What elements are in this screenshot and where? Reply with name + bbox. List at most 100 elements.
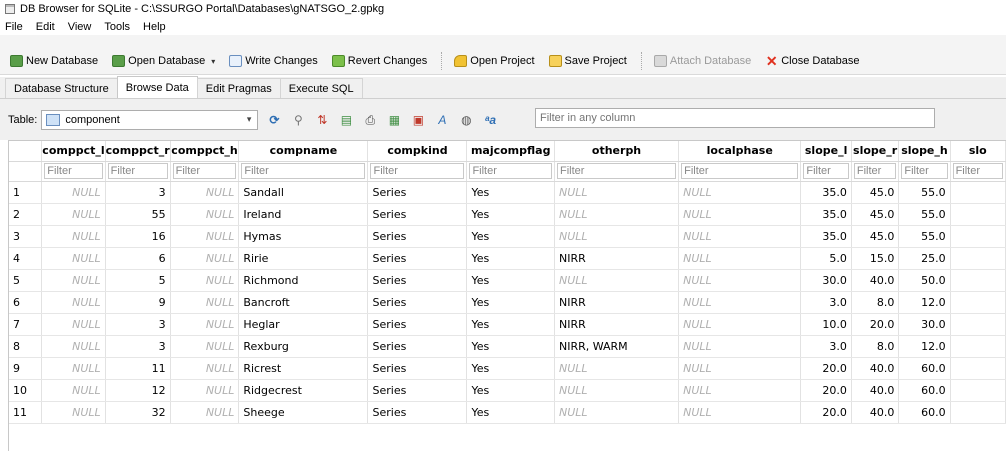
- row-number[interactable]: 7: [9, 313, 43, 336]
- table-cell[interactable]: NULL: [41, 269, 106, 292]
- table-row[interactable]: 5 NULL 5 NULL Richmond Series Yes NULL NULL 30.0 4…: [9, 269, 1006, 292]
- column-filter-input[interactable]: Filter: [952, 163, 1003, 179]
- table-cell[interactable]: Yes: [466, 203, 555, 226]
- row-number[interactable]: 2: [9, 203, 43, 226]
- table-cell[interactable]: Yes: [466, 335, 555, 358]
- table-select[interactable]: component ▾: [41, 109, 259, 130]
- column-filter-input[interactable]: Filter: [107, 163, 168, 179]
- table-cell[interactable]: NULL: [170, 225, 240, 248]
- delete-record-icon[interactable]: ▣: [410, 112, 426, 128]
- table-cell[interactable]: NULL: [554, 181, 680, 204]
- table-cell[interactable]: NIRR: [554, 313, 680, 336]
- table-cell[interactable]: NULL: [678, 379, 802, 402]
- table-cell[interactable]: Yes: [466, 269, 555, 292]
- table-cell[interactable]: Ireland: [238, 203, 369, 226]
- table-cell[interactable]: [950, 181, 1006, 204]
- table-cell[interactable]: [950, 291, 1006, 314]
- row-number[interactable]: 9: [9, 357, 43, 380]
- column-header[interactable]: compkind: [367, 141, 468, 162]
- table-cell[interactable]: NULL: [170, 247, 240, 270]
- save-project-button[interactable]: Save Project: [548, 51, 627, 71]
- chevron-down-icon[interactable]: ▾: [211, 57, 215, 66]
- table-cell[interactable]: NULL: [170, 181, 240, 204]
- table-cell[interactable]: 8.0: [851, 291, 900, 314]
- find-replace-icon[interactable]: ◍: [458, 112, 474, 128]
- table-row[interactable]: 2 NULL 55 NULL Ireland Series Yes NULL NULL 35.0 4…: [9, 203, 1006, 226]
- print-icon[interactable]: ⎙: [362, 112, 378, 128]
- column-filter-input[interactable]: Filter: [469, 163, 552, 179]
- save-table-icon[interactable]: ▤: [338, 112, 354, 128]
- table-cell[interactable]: 3: [105, 181, 171, 204]
- table-cell[interactable]: 20.0: [800, 379, 852, 402]
- table-cell[interactable]: Sandall: [238, 181, 369, 204]
- table-row[interactable]: 10 NULL 12 NULL Ridgecrest Series Yes NULL NULL 2…: [9, 379, 1006, 402]
- table-cell[interactable]: Series: [367, 335, 468, 358]
- table-cell[interactable]: Richmond: [238, 269, 369, 292]
- table-cell[interactable]: 5.0: [800, 247, 852, 270]
- attach-database-button[interactable]: Attach Database: [653, 51, 751, 71]
- table-cell[interactable]: NULL: [554, 225, 680, 248]
- column-header[interactable]: slope_l: [800, 141, 852, 162]
- table-cell[interactable]: NULL: [170, 357, 240, 380]
- table-cell[interactable]: NULL: [41, 357, 106, 380]
- column-header[interactable]: slope_r: [851, 141, 900, 162]
- table-cell[interactable]: NULL: [170, 269, 240, 292]
- table-cell[interactable]: 40.0: [851, 401, 900, 424]
- table-cell[interactable]: [950, 401, 1006, 424]
- table-cell[interactable]: [950, 357, 1006, 380]
- sort-icon[interactable]: ⇅: [314, 112, 330, 128]
- table-cell[interactable]: 12: [105, 379, 171, 402]
- table-cell[interactable]: NULL: [554, 401, 680, 424]
- table-cell[interactable]: Bancroft: [238, 291, 369, 314]
- table-cell[interactable]: 45.0: [851, 225, 900, 248]
- table-cell[interactable]: Yes: [466, 225, 555, 248]
- table-cell[interactable]: Series: [367, 269, 468, 292]
- table-cell[interactable]: NULL: [678, 181, 802, 204]
- table-cell[interactable]: NULL: [41, 247, 106, 270]
- table-cell[interactable]: 50.0: [898, 269, 951, 292]
- global-filter-input[interactable]: [535, 108, 935, 128]
- column-header[interactable]: majcompflag: [466, 141, 555, 162]
- table-cell[interactable]: Yes: [466, 401, 555, 424]
- table-cell[interactable]: NULL: [678, 401, 802, 424]
- table-cell[interactable]: NULL: [170, 313, 240, 336]
- column-filter-input[interactable]: Filter: [803, 163, 849, 179]
- table-row[interactable]: 8 NULL 3 NULL Rexburg Series Yes NIRR, WARM NULL…: [9, 335, 1006, 358]
- table-cell[interactable]: Yes: [466, 181, 555, 204]
- table-cell[interactable]: [950, 203, 1006, 226]
- new-database-button[interactable]: New Database: [10, 51, 98, 71]
- table-cell[interactable]: NULL: [41, 203, 106, 226]
- table-row[interactable]: 6 NULL 9 NULL Bancroft Series Yes NIRR NULL 3.0 8.…: [9, 291, 1006, 314]
- table-cell[interactable]: 15.0: [851, 247, 900, 270]
- open-database-button[interactable]: Open Database ▾: [112, 51, 215, 71]
- table-cell[interactable]: Series: [367, 379, 468, 402]
- table-cell[interactable]: Yes: [466, 247, 555, 270]
- table-row[interactable]: 11 NULL 32 NULL Sheege Series Yes NULL NULL 20.0 4…: [9, 401, 1006, 424]
- table-cell[interactable]: [950, 225, 1006, 248]
- table-cell[interactable]: NULL: [41, 335, 106, 358]
- table-cell[interactable]: NULL: [41, 291, 106, 314]
- table-cell[interactable]: 12.0: [898, 335, 951, 358]
- table-cell[interactable]: Series: [367, 225, 468, 248]
- table-cell[interactable]: Series: [367, 181, 468, 204]
- column-header[interactable]: comppct_h: [170, 141, 240, 162]
- table-cell[interactable]: NULL: [170, 401, 240, 424]
- insert-record-icon[interactable]: ▦: [386, 112, 402, 128]
- table-cell[interactable]: NULL: [170, 203, 240, 226]
- menu-view[interactable]: View: [68, 21, 92, 33]
- table-cell[interactable]: NULL: [678, 225, 802, 248]
- table-cell[interactable]: 30.0: [898, 313, 951, 336]
- table-cell[interactable]: Series: [367, 291, 468, 314]
- table-cell[interactable]: 60.0: [898, 357, 951, 380]
- row-number[interactable]: 11: [9, 401, 43, 424]
- table-cell[interactable]: Series: [367, 357, 468, 380]
- table-row[interactable]: 4 NULL 6 NULL Ririe Series Yes NIRR NULL 5.0 15.0 2…: [9, 247, 1006, 270]
- table-cell[interactable]: 35.0: [800, 181, 852, 204]
- column-filter-input[interactable]: Filter: [681, 163, 799, 179]
- column-header[interactable]: slope_h: [898, 141, 951, 162]
- menu-tools[interactable]: Tools: [104, 21, 130, 33]
- table-cell[interactable]: Yes: [466, 379, 555, 402]
- table-cell[interactable]: 20.0: [851, 313, 900, 336]
- column-header[interactable]: comppct_l: [41, 141, 106, 162]
- table-cell[interactable]: NULL: [554, 203, 680, 226]
